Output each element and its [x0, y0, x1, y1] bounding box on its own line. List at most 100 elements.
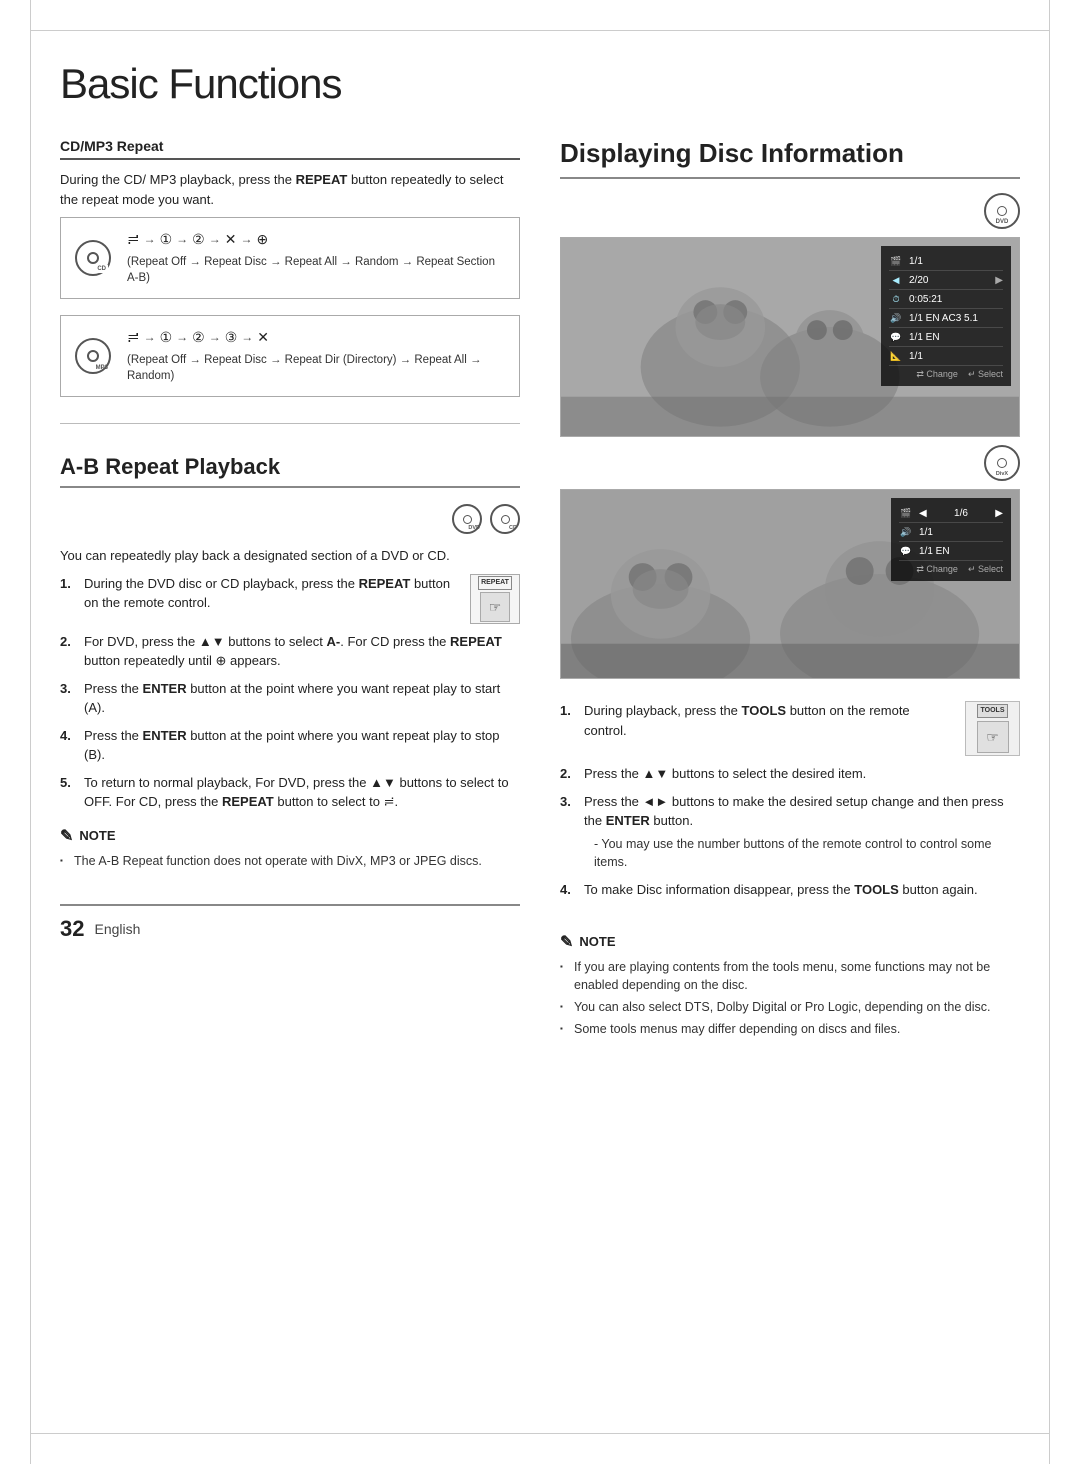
- disc-note-item-2: You can also select DTS, Dolby Digital o…: [560, 998, 1020, 1016]
- osd-nav-r: ▶: [995, 275, 1003, 286]
- divx-badge: DivX: [984, 445, 1020, 481]
- osd-row-6: 📐 1/1: [889, 347, 1003, 366]
- osd2-title-val: 1/6: [954, 508, 968, 519]
- tools-button-visual: ☞: [977, 721, 1009, 753]
- right-column: Displaying Disc Information DVD: [560, 138, 1020, 1404]
- ab-step-5: 5. To return to normal playback, For DVD…: [60, 773, 520, 812]
- osd-row-4: 🔊 1/1 EN AC3 5.1: [889, 309, 1003, 328]
- osd2-footer: ⇄ Change ↵ Select: [899, 564, 1003, 575]
- disc-step-num-1: 1.: [560, 701, 576, 756]
- osd-chapter-val: 2/20: [909, 275, 928, 286]
- mp3-label: MP3: [96, 365, 108, 371]
- step3-text: Press the ENTER button at the point wher…: [84, 681, 500, 716]
- step4-bold: ENTER: [143, 728, 187, 743]
- step2-bold2: REPEAT: [450, 634, 502, 649]
- step3-bold: ENTER: [143, 681, 187, 696]
- osd-sub-val: 1/1 EN: [909, 332, 940, 343]
- osd-row-1: 🎬 1/1: [889, 252, 1003, 271]
- osd-value-5: 1/1 EN: [909, 332, 1003, 343]
- page-title: Basic Functions: [60, 60, 1020, 108]
- cd-mp3-section: CD/MP3 Repeat During the CD/ MP3 playbac…: [60, 138, 520, 413]
- disc-step-num-3: 3.: [560, 792, 576, 873]
- ab-step-1: 1. During the DVD disc or CD playback, p…: [60, 574, 520, 624]
- finger-icon: ☞: [489, 597, 502, 618]
- tools-finger-icon: ☞: [986, 727, 999, 748]
- osd-title-val: 1/1: [909, 256, 923, 267]
- disc-step3-text: Press the ◄► buttons to make the desired…: [584, 794, 1004, 829]
- ab-note-title: ✎ NOTE: [60, 826, 520, 846]
- osd2-sub-val: 1/1 EN: [919, 546, 950, 557]
- cd-icon-5: ⊕: [256, 231, 268, 248]
- cd-repeat-box: CD ≓ → ① → ② → ✕ → ⊕: [60, 217, 520, 299]
- divx-screenshot-container: DivX: [560, 445, 1020, 679]
- page-number: 32: [60, 916, 84, 942]
- cd-label: CD: [95, 265, 108, 273]
- dvd-osd-overlay: 🎬 1/1 ◀ 2/20 ▶: [881, 246, 1011, 386]
- dvd-badge-label: DVD: [996, 219, 1009, 225]
- ab-step-3: 3. Press the ENTER button at the point w…: [60, 679, 520, 718]
- top-border-line: [30, 30, 1050, 31]
- repeat-button-image: REPEAT ☞: [470, 574, 520, 624]
- disc-info-steps: 1. During playback, press the TOOLS butt…: [560, 701, 1020, 908]
- ab-steps-list: 1. During the DVD disc or CD playback, p…: [60, 574, 520, 812]
- bottom-border-line: [30, 1433, 1050, 1434]
- disc-step4-bold: TOOLS: [854, 882, 899, 897]
- divx-screenshot: 🎬 ◀ 1/6 ▶ 🔊 1/1: [560, 489, 1020, 679]
- disc-step-2: 2. Press the ▲▼ buttons to select the de…: [560, 764, 1020, 784]
- step-num-4: 4.: [60, 726, 76, 765]
- osd2-value-2: 1/1: [919, 527, 1003, 538]
- step4-text: Press the ENTER button at the point wher…: [84, 728, 500, 763]
- mp3-disc-icon: MP3: [75, 338, 111, 374]
- ab-section: A-B Repeat Playback DVD CD You can repea…: [60, 454, 520, 874]
- osd-row-3: ⏱ 0:05:21: [889, 290, 1003, 309]
- cd-mp3-title: CD/MP3 Repeat: [60, 138, 520, 160]
- mp3-icon-5: ✕: [257, 329, 269, 346]
- mp3-icon-2: ①: [160, 329, 173, 346]
- dvd-badge: DVD: [984, 193, 1020, 229]
- osd-icon-angle: 📐: [889, 349, 903, 363]
- note-pencil-icon: ✎: [60, 826, 73, 846]
- step1-text: During the DVD disc or CD playback, pres…: [84, 576, 450, 611]
- disc-note-label: NOTE: [579, 934, 615, 949]
- mp3-repeat-desc: (Repeat Off → Repeat Disc → Repeat Dir (…: [127, 352, 505, 384]
- osd2-audio-val: 1/1: [919, 527, 933, 538]
- cd-icon: CD: [490, 504, 520, 534]
- step5-bold: REPEAT: [222, 794, 274, 809]
- left-column: CD/MP3 Repeat During the CD/ MP3 playbac…: [60, 138, 520, 1404]
- osd2-select-label: ↵ Select: [968, 564, 1003, 575]
- cd-disc-icon: CD: [75, 240, 111, 276]
- ab-step-4: 4. Press the ENTER button at the point w…: [60, 726, 520, 765]
- osd2-icon-audio: 🔊: [899, 525, 913, 539]
- osd2-change-label: ⇄ Change: [916, 564, 958, 575]
- osd-icon-chapter: ◀: [889, 273, 903, 287]
- step-1-content: During the DVD disc or CD playback, pres…: [84, 574, 520, 624]
- osd-value-1: 1/1: [909, 256, 1003, 267]
- osd-audio-val: 1/1 EN AC3 5.1: [909, 313, 978, 324]
- mp3-repeat-content: ≓ → ① → ② → ③ → ✕ (Repeat Off → Repeat D…: [127, 328, 505, 384]
- disc-step4-text: To make Disc information disappear, pres…: [584, 882, 978, 897]
- divider-1: [60, 423, 520, 424]
- osd-icon-title: 🎬: [889, 254, 903, 268]
- disc-note-item-1: If you are playing contents from the too…: [560, 958, 1020, 994]
- disc-note-title: ✎ NOTE: [560, 932, 1020, 952]
- disc-step-1: 1. During playback, press the TOOLS butt…: [560, 701, 1020, 756]
- disc-note-item-3: Some tools menus may differ depending on…: [560, 1020, 1020, 1038]
- cd-icon-1: ≓: [127, 230, 140, 248]
- step2-bold1: A-: [327, 634, 341, 649]
- osd-angle-val: 1/1: [909, 351, 923, 362]
- disc-note-list: If you are playing contents from the too…: [560, 958, 1020, 1039]
- mp3-repeat-icons: ≓ → ① → ② → ③ → ✕: [127, 328, 505, 346]
- osd2-value-1: ◀ 1/6 ▶: [919, 508, 1003, 519]
- disc-step-3: 3. Press the ◄► buttons to make the desi…: [560, 792, 1020, 873]
- osd-footer-1: ⇄ Change ↵ Select: [889, 369, 1003, 380]
- osd-row-5: 💬 1/1 EN: [889, 328, 1003, 347]
- dvd-screenshot-container: DVD: [560, 193, 1020, 437]
- disc-info-title: Displaying Disc Information: [560, 138, 1020, 179]
- disc-step2-text: Press the ▲▼ buttons to select the desir…: [584, 766, 866, 781]
- mp3-repeat-box: MP3 ≓ → ① → ② → ③ → ✕: [60, 315, 520, 397]
- osd-change-label: ⇄ Change: [916, 369, 958, 380]
- cd-icon-3: ②: [192, 231, 205, 248]
- osd-time-val: 0:05:21: [909, 294, 942, 305]
- disc-step-num-4: 4.: [560, 880, 576, 900]
- disc-step3-bold: ENTER: [606, 813, 650, 828]
